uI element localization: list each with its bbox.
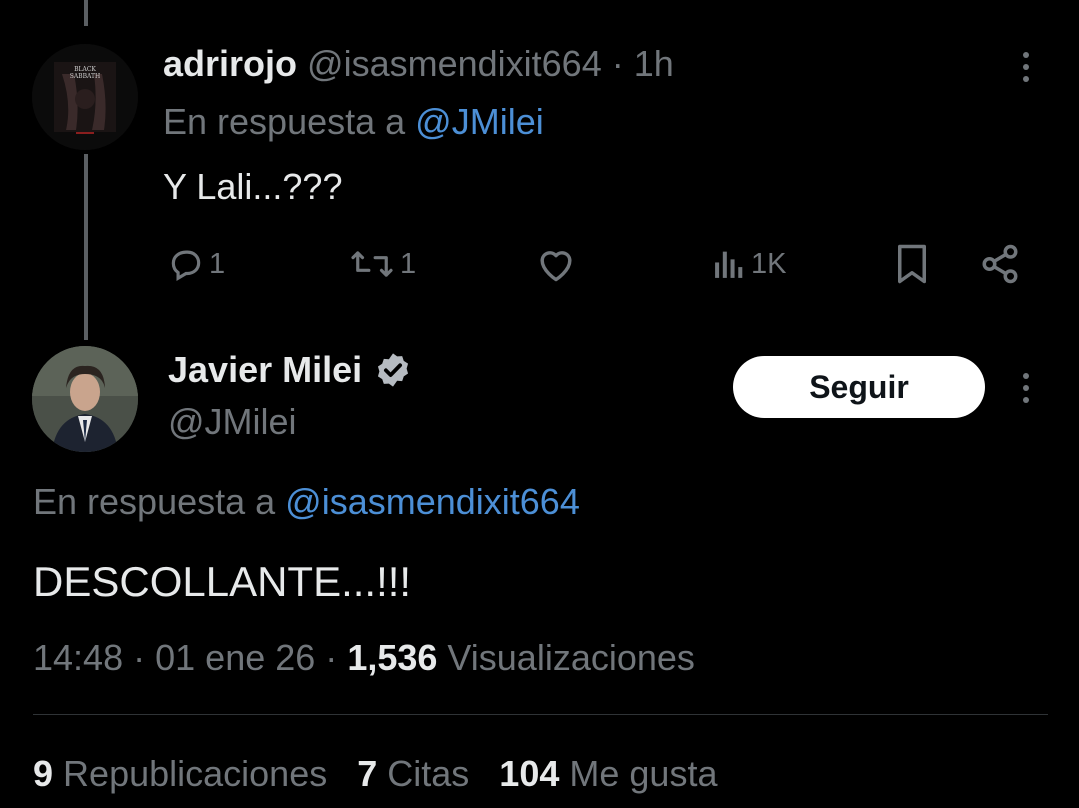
- separator-dot: ·: [611, 43, 624, 84]
- quotes-label: Citas: [387, 753, 470, 794]
- views-label: Visualizaciones: [447, 637, 695, 678]
- views-total: 1,536: [347, 637, 438, 678]
- reply-to-line: En respuesta a @JMilei: [163, 102, 544, 142]
- reply-to-mention-link[interactable]: @JMilei: [415, 101, 544, 142]
- reposts-stat-link[interactable]: 9 Republicaciones: [33, 753, 327, 794]
- svg-text:BLACK: BLACK: [74, 66, 96, 73]
- main-reply-to-prefix: En respuesta a: [33, 481, 276, 522]
- views-icon: [715, 251, 743, 278]
- reply-icon: [171, 250, 201, 282]
- views-button[interactable]: 1K: [711, 236, 786, 292]
- main-more-icon[interactable]: [1021, 373, 1031, 409]
- reply-to-prefix: En respuesta a: [163, 101, 406, 142]
- tweet-date[interactable]: 01 ene 26: [155, 637, 315, 678]
- divider: [33, 714, 1048, 715]
- thread-line-top: [84, 0, 88, 26]
- profile-photo-image: [32, 346, 138, 452]
- svg-text:SABBATH: SABBATH: [70, 73, 101, 80]
- share-icon: [982, 244, 1018, 284]
- follow-button[interactable]: Seguir: [733, 356, 985, 418]
- main-reply-to-line: En respuesta a @isasmendixit664: [33, 482, 580, 522]
- separator-dot: ·: [133, 637, 146, 678]
- reply-more-icon[interactable]: [1021, 52, 1031, 88]
- reply-time[interactable]: 1h: [634, 43, 674, 84]
- repost-button[interactable]: 1: [348, 236, 416, 292]
- likes-label: Me gusta: [569, 753, 718, 794]
- reply-button[interactable]: 1: [167, 236, 225, 292]
- reposts-count: 9: [33, 753, 54, 794]
- reply-count: 1: [209, 247, 226, 280]
- tweet-metadata: 14:48 · 01 ene 26 · 1,536 Visualizacione…: [33, 638, 695, 678]
- reply-author-line: adrirojo @isasmendixit664 · 1h: [163, 44, 674, 84]
- quotes-stat-link[interactable]: 7 Citas: [357, 753, 469, 794]
- album-art-image: BLACK SABBATH: [32, 44, 138, 150]
- reply-tweet-text: Y Lali...???: [163, 166, 343, 207]
- reply-author-name[interactable]: adrirojo: [163, 43, 297, 84]
- bookmark-icon: [898, 244, 926, 284]
- likes-stat-link[interactable]: 104 Me gusta: [499, 753, 717, 794]
- main-author-name[interactable]: Javier Milei: [168, 350, 362, 390]
- reposts-label: Republicaciones: [63, 753, 328, 794]
- likes-count: 104: [499, 753, 560, 794]
- repost-icon: [351, 251, 393, 277]
- separator-dot: ·: [325, 637, 338, 678]
- bookmark-button[interactable]: [893, 236, 931, 292]
- quotes-count: 7: [357, 753, 378, 794]
- like-icon: [540, 251, 572, 282]
- like-button[interactable]: [535, 236, 581, 292]
- main-reply-to-mention-link[interactable]: @isasmendixit664: [285, 481, 580, 522]
- main-author-name-line: Javier Milei: [168, 350, 412, 390]
- verified-badge-icon[interactable]: [374, 351, 412, 389]
- share-button[interactable]: [978, 236, 1022, 292]
- reply-author-handle[interactable]: @isasmendixit664: [307, 43, 602, 84]
- repost-count: 1: [400, 247, 417, 280]
- tweet-time[interactable]: 14:48: [33, 637, 123, 678]
- engagement-stats: 9 Republicaciones 7 Citas 104 Me gusta: [33, 754, 717, 794]
- main-tweet-text: DESCOLLANTE...!!!: [33, 558, 412, 605]
- views-count: 1K: [751, 247, 787, 280]
- main-author-avatar[interactable]: [32, 346, 138, 452]
- main-author-handle[interactable]: @JMilei: [168, 402, 297, 442]
- reply-author-avatar[interactable]: BLACK SABBATH: [32, 44, 138, 150]
- reply-action-bar: 1 1 1K: [0, 236, 1079, 292]
